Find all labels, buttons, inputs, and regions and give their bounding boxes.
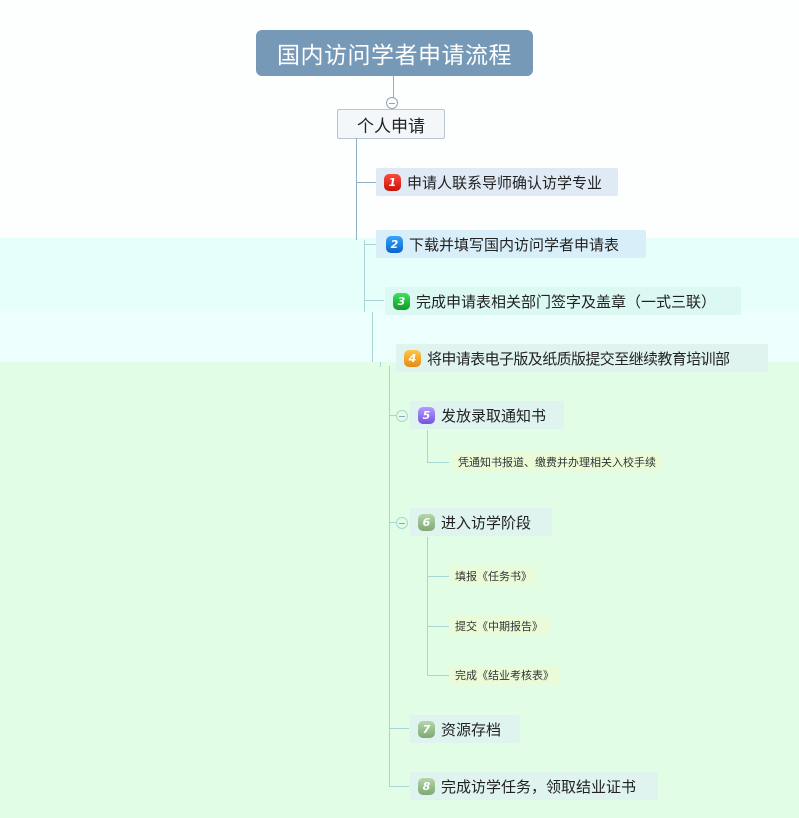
trunk-line <box>389 366 390 786</box>
collapse-icon[interactable] <box>386 97 398 109</box>
branch-line <box>364 300 384 301</box>
number-4-icon: 4 <box>404 349 421 367</box>
branch-line <box>427 462 449 463</box>
branch-line <box>389 728 409 729</box>
connector <box>393 76 394 98</box>
step-label: 完成访学任务，领取结业证书 <box>441 777 637 796</box>
substep-6-1[interactable]: 填报《任务书》 <box>449 566 538 586</box>
trunk-line <box>356 138 357 240</box>
trunk-line <box>372 312 373 362</box>
number-7-icon: 7 <box>418 720 435 738</box>
number-6-icon: 6 <box>418 513 435 531</box>
collapse-icon[interactable] <box>396 517 408 529</box>
number-3-icon: 3 <box>393 292 410 310</box>
trunk-line <box>427 430 428 463</box>
number-1-icon: 1 <box>384 173 401 191</box>
mindmap-title[interactable]: 国内访问学者申请流程 <box>256 30 533 76</box>
step-label: 资源存档 <box>441 720 502 739</box>
substep-6-2[interactable]: 提交《中期报告》 <box>449 616 549 636</box>
trunk-line <box>364 240 365 312</box>
trunk-line <box>427 537 428 676</box>
substep-6-3[interactable]: 完成《结业考核表》 <box>449 665 560 685</box>
collapse-icon[interactable] <box>396 410 408 422</box>
trunk-line <box>380 362 381 367</box>
branch-line <box>427 675 449 676</box>
step-label: 下载并填写国内访问学者申请表 <box>409 235 620 254</box>
step-label: 申请人联系导师确认访学专业 <box>407 173 603 192</box>
step-node-2[interactable]: 2 下载并填写国内访问学者申请表 <box>376 230 646 258</box>
branch-line <box>356 182 376 183</box>
step-node-3[interactable]: 3 完成申请表相关部门签字及盖章（一式三联） <box>385 287 741 315</box>
step-label: 进入访学阶段 <box>441 513 532 532</box>
number-2-icon: 2 <box>386 235 403 253</box>
branch-line <box>427 626 449 627</box>
step-node-6[interactable]: 6 进入访学阶段 <box>410 508 552 536</box>
branch-line <box>427 576 449 577</box>
background-lower <box>0 362 799 818</box>
step-node-4[interactable]: 4 将申请表电子版及纸质版提交至继续教育培训部 <box>396 344 768 372</box>
substep-5-1[interactable]: 凭通知书报道、缴费并办理相关入校手续 <box>452 452 662 472</box>
step-label: 将申请表电子版及纸质版提交至继续教育培训部 <box>427 349 730 368</box>
number-8-icon: 8 <box>418 777 435 795</box>
step-label: 完成申请表相关部门签字及盖章（一式三联） <box>416 292 717 311</box>
step-node-5[interactable]: 5 发放录取通知书 <box>410 401 564 429</box>
step-node-8[interactable]: 8 完成访学任务，领取结业证书 <box>410 772 658 800</box>
step-node-7[interactable]: 7 资源存档 <box>410 715 520 743</box>
step-node-1[interactable]: 1 申请人联系导师确认访学专业 <box>376 168 618 196</box>
step-label: 发放录取通知书 <box>441 406 547 425</box>
branch-line <box>389 786 409 787</box>
root-node[interactable]: 个人申请 <box>337 109 445 139</box>
number-5-icon: 5 <box>418 406 435 424</box>
